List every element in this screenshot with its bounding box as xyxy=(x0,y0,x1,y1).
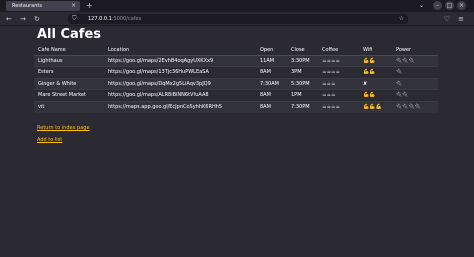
cafe-name: Esters xyxy=(34,66,104,78)
cafe-coffee: ☕☕☕ xyxy=(318,77,359,90)
maximize-button[interactable]: □ xyxy=(445,1,454,10)
table-row: Ginger & White https://goo.gl/maps/DqMx2… xyxy=(34,77,438,90)
cafe-wifi: 💪💪 xyxy=(359,89,392,101)
forward-icon[interactable]: → xyxy=(20,15,26,23)
tab-title: Restaurants xyxy=(12,3,42,9)
cafe-close: 1PM xyxy=(287,89,318,101)
cafe-power: 🔌🔌🔌 xyxy=(392,54,438,67)
tab-strip: Restaurants × + ⌄ – □ × xyxy=(0,0,474,12)
cafe-open: 8AM xyxy=(256,66,287,78)
minimize-button[interactable]: – xyxy=(433,1,442,10)
cafe-name: Ginger & White xyxy=(34,77,104,90)
add-to-list-link[interactable]: Add to list xyxy=(37,137,62,143)
cafe-open: 11AM xyxy=(256,54,287,67)
cafe-open: 7:30AM xyxy=(256,77,287,90)
header-open: Open xyxy=(256,45,287,56)
cafe-close: 5:30PM xyxy=(287,77,318,90)
cafe-location: https://goo.gl/maps/13Tjc36HuPWLEaSA xyxy=(104,66,256,78)
table-row: Mare Street Market https://goo.gl/maps/A… xyxy=(34,89,438,101)
reload-icon[interactable]: ↻ xyxy=(34,15,40,23)
close-window-button[interactable]: × xyxy=(457,1,466,10)
table-row: vit https://maps.app.goo.gl/EcJpnCoSyhhK… xyxy=(34,100,438,113)
return-to-index-link[interactable]: Return to index page xyxy=(37,125,90,131)
header-coffee: Coffee xyxy=(318,45,359,56)
cafe-coffee: ☕☕☕☕ xyxy=(318,100,359,113)
header-power: Power xyxy=(392,45,438,56)
cafe-wifi: ✘ xyxy=(359,77,392,90)
header-location: Location xyxy=(104,45,256,56)
cafe-wifi: 💪💪 xyxy=(359,66,392,78)
cafe-power: 🔌🔌 xyxy=(392,89,438,101)
cafe-power: 🔌 xyxy=(392,77,438,90)
cafe-coffee: ☕☕☕ xyxy=(318,89,359,101)
cafe-close: 3:30PM xyxy=(287,54,318,67)
nav-bar: ← → ↻ ⛉ 127.0.0.1:5000/cafes ☆ ♡ ≡ xyxy=(0,12,474,26)
back-icon[interactable]: ← xyxy=(6,15,12,23)
tab-restaurants[interactable]: Restaurants × xyxy=(6,1,80,11)
cafe-close: 3PM xyxy=(287,66,318,78)
header-cafe-name: Cafe Name xyxy=(34,45,104,56)
list-tabs-icon[interactable]: ⌄ xyxy=(419,1,424,11)
cafe-name: vit xyxy=(34,100,104,113)
cafes-table: Cafe Name Location Open Close Coffee Wif… xyxy=(34,45,438,113)
cafe-location: https://goo.gl/maps/DqMx2g5LiAqv3pJQ9 xyxy=(104,77,256,90)
cafe-location: https://maps.app.goo.gl/EcJpnCoSyhhK6RHh… xyxy=(104,100,256,113)
cafe-name: Lighthaus xyxy=(34,54,104,67)
menu-icon[interactable]: ≡ xyxy=(458,15,464,23)
page-content: All Cafes Cafe Name Location Open Close … xyxy=(0,27,474,257)
bookmark-star-icon[interactable]: ☆ xyxy=(399,15,404,22)
url-text: 127.0.0.1:5000/cafes xyxy=(88,16,142,22)
cafe-wifi: 💪💪 xyxy=(359,54,392,67)
header-close: Close xyxy=(287,45,318,56)
cafe-location: https://goo.gl/maps/2EvhB4oqAgyUXKXx9 xyxy=(104,54,256,67)
table-header-row: Cafe Name Location Open Close Coffee Wif… xyxy=(34,45,438,56)
cafe-name: Mare Street Market xyxy=(34,89,104,101)
cafe-close: 7:30PM xyxy=(287,100,318,113)
tab-close-icon[interactable]: × xyxy=(71,2,76,9)
cafe-open: 8AM xyxy=(256,89,287,101)
cafe-coffee: ☕☕☕☕ xyxy=(318,54,359,67)
new-tab-button[interactable]: + xyxy=(86,1,93,11)
cafe-location: https://goo.gl/maps/ALR8iBiNN6tVfuAA8 xyxy=(104,89,256,101)
table-row: Lighthaus https://goo.gl/maps/2EvhB4oqAg… xyxy=(34,54,438,67)
header-wifi: Wifi xyxy=(359,45,392,56)
cafe-wifi: 💪💪💪 xyxy=(359,100,392,113)
page-title: All Cafes xyxy=(37,27,102,42)
cafe-power: 🔌🔌🔌🔌 xyxy=(392,100,438,113)
url-bar[interactable]: ⛉ 127.0.0.1:5000/cafes ☆ xyxy=(68,14,408,24)
shield-icon: ⛉ xyxy=(72,15,77,22)
pocket-icon[interactable]: ♡ xyxy=(444,15,450,23)
table-row: Esters https://goo.gl/maps/13Tjc36HuPWLE… xyxy=(34,66,438,78)
cafe-open: 8AM xyxy=(256,100,287,113)
cafe-coffee: ☕☕☕☕ xyxy=(318,66,359,78)
cafe-power: 🔌 xyxy=(392,66,438,78)
